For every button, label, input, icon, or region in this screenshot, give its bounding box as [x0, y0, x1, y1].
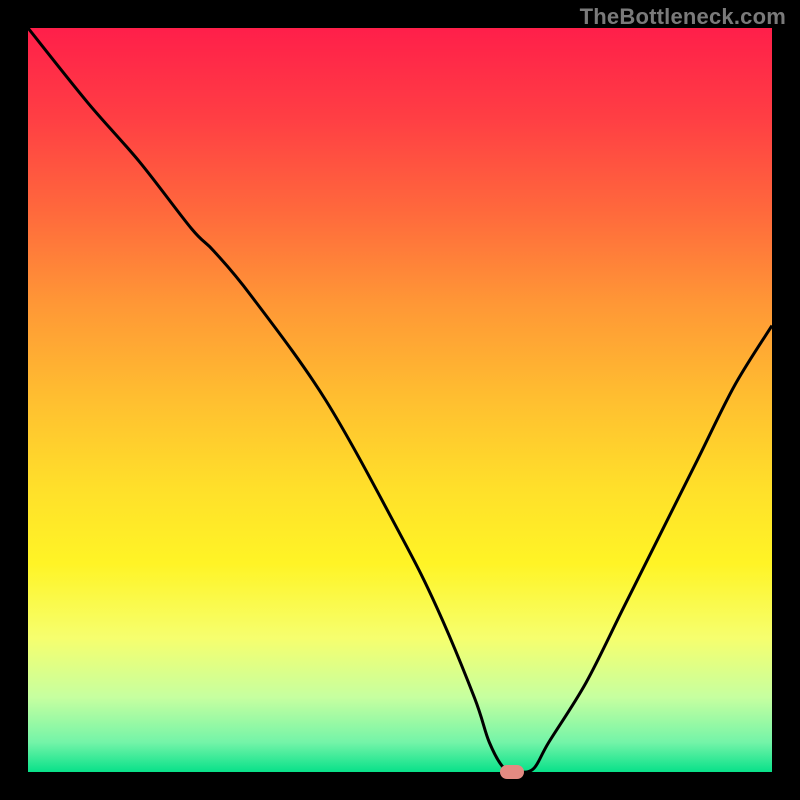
bottleneck-curve [28, 28, 772, 772]
optimal-point-marker [500, 765, 524, 779]
chart-frame: TheBottleneck.com [0, 0, 800, 800]
watermark-label: TheBottleneck.com [580, 4, 786, 30]
curve-svg [28, 28, 772, 772]
plot-area [28, 28, 772, 772]
